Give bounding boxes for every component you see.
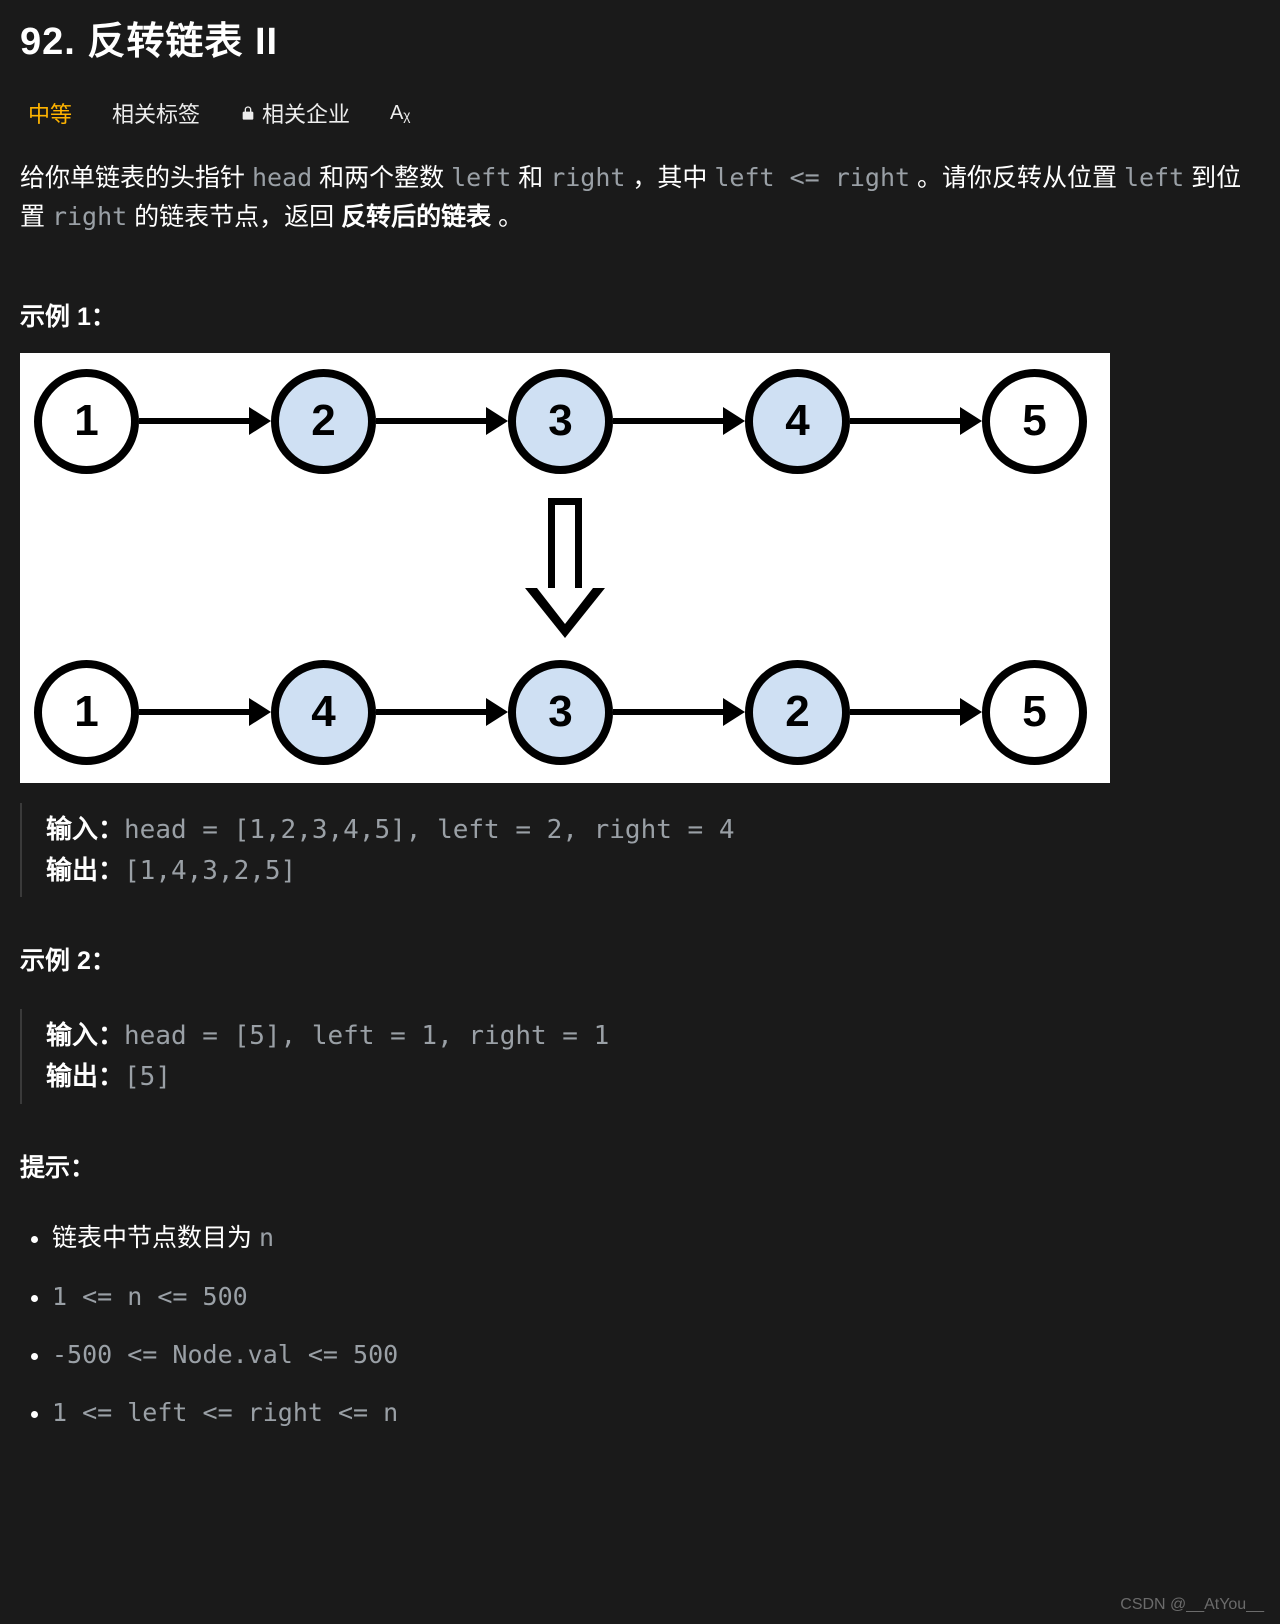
arrow-icon (850, 411, 982, 431)
input-value: head = [5], left = 1, right = 1 (124, 1021, 609, 1051)
list-node: 3 (508, 660, 613, 765)
list-node: 5 (982, 660, 1087, 765)
list-node: 1 (34, 660, 139, 765)
desc-text: 给你单链表的头指针 (20, 164, 252, 192)
arrow-icon (613, 702, 745, 722)
hint-item: 1 <= left <= right <= n (52, 1384, 1260, 1442)
output-value: [1,4,3,2,5] (124, 856, 296, 886)
arrow-icon (376, 702, 508, 722)
output-label: 输出： (46, 855, 124, 885)
list-node: 5 (982, 369, 1087, 474)
lock-icon (240, 104, 256, 122)
hint-item: 链表中节点数目为 n (52, 1204, 1260, 1268)
desc-code: right (52, 202, 127, 231)
tab-related-companies[interactable]: 相关企业 (240, 97, 350, 129)
desc-text: 和 (511, 164, 550, 192)
problem-title: 92. 反转链表 II (20, 0, 1260, 89)
desc-code: left (1124, 163, 1184, 192)
arrow-icon (850, 702, 982, 722)
input-value: head = [1,2,3,4,5], left = 2, right = 4 (124, 815, 734, 845)
input-label: 输入： (46, 1020, 124, 1050)
list-node: 4 (745, 369, 850, 474)
tab-bar: 中等 相关标签 相关企业 Aᵪ (20, 89, 1260, 159)
hints-heading: 提示： (20, 1128, 1260, 1204)
hint-item: -500 <= Node.val <= 500 (52, 1326, 1260, 1384)
hint-text: 链表中节点数目为 (52, 1224, 259, 1252)
arrow-icon (613, 411, 745, 431)
hint-item: 1 <= n <= 500 (52, 1268, 1260, 1326)
arrow-icon (139, 411, 271, 431)
arrow-icon (376, 411, 508, 431)
hint-code: n (259, 1223, 274, 1252)
list-node: 2 (745, 660, 850, 765)
hints-list: 链表中节点数目为 n 1 <= n <= 500 -500 <= Node.val … (20, 1204, 1260, 1442)
list-node: 2 (271, 369, 376, 474)
watermark: CSDN @__AtYou__ (1120, 1596, 1264, 1614)
desc-text: 。请你反转从位置 (910, 164, 1124, 192)
hint-code: 1 <= left <= right <= n (52, 1398, 398, 1427)
example1-diagram: 1 2 3 4 5 1 4 3 2 5 (20, 353, 1110, 783)
desc-text: 和两个整数 (312, 164, 451, 192)
tab-related-tags[interactable]: 相关标签 (112, 97, 200, 129)
example1-input: 输入：head = [1,2,3,4,5], left = 2, right =… (46, 809, 1260, 850)
example1-io: 输入：head = [1,2,3,4,5], left = 2, right =… (20, 803, 1260, 898)
desc-code: head (252, 163, 312, 192)
example2-input: 输入：head = [5], left = 1, right = 1 (46, 1015, 1260, 1056)
list-node: 1 (34, 369, 139, 474)
output-value: [5] (124, 1062, 171, 1092)
input-label: 输入： (46, 814, 124, 844)
example2-io: 输入：head = [5], left = 1, right = 1 输出：[5… (20, 1009, 1260, 1104)
desc-text: 。 (491, 203, 523, 231)
output-label: 输出： (46, 1061, 124, 1091)
list-node: 3 (508, 369, 613, 474)
hint-code: -500 <= Node.val <= 500 (52, 1340, 398, 1369)
desc-code: right (550, 163, 625, 192)
tab-related-companies-label: 相关企业 (262, 97, 350, 129)
diagram-row-after: 1 4 3 2 5 (34, 660, 1096, 765)
desc-code: left <= right (714, 163, 910, 192)
arrow-icon (139, 702, 271, 722)
translate-icon[interactable]: Aᵪ (390, 102, 410, 125)
example2-heading: 示例 2： (20, 921, 1260, 997)
hint-code: 1 <= n <= 500 (52, 1282, 248, 1311)
example1-heading: 示例 1： (20, 277, 1260, 353)
desc-text: 的链表节点，返回 (127, 203, 341, 231)
desc-text: ，其中 (625, 164, 714, 192)
desc-code: left (451, 163, 511, 192)
diagram-row-before: 1 2 3 4 5 (34, 369, 1096, 474)
transform-arrow-icon (34, 498, 1096, 638)
tab-difficulty[interactable]: 中等 (28, 97, 72, 129)
example1-output: 输出：[1,4,3,2,5] (46, 850, 1260, 891)
problem-description: 给你单链表的头指针 head 和两个整数 left 和 right ，其中 le… (20, 159, 1260, 277)
list-node: 4 (271, 660, 376, 765)
hints-section: 提示： 链表中节点数目为 n 1 <= n <= 500 -500 <= Node.… (20, 1128, 1260, 1442)
example2-output: 输出：[5] (46, 1056, 1260, 1097)
desc-bold: 反转后的链表 (341, 203, 491, 231)
